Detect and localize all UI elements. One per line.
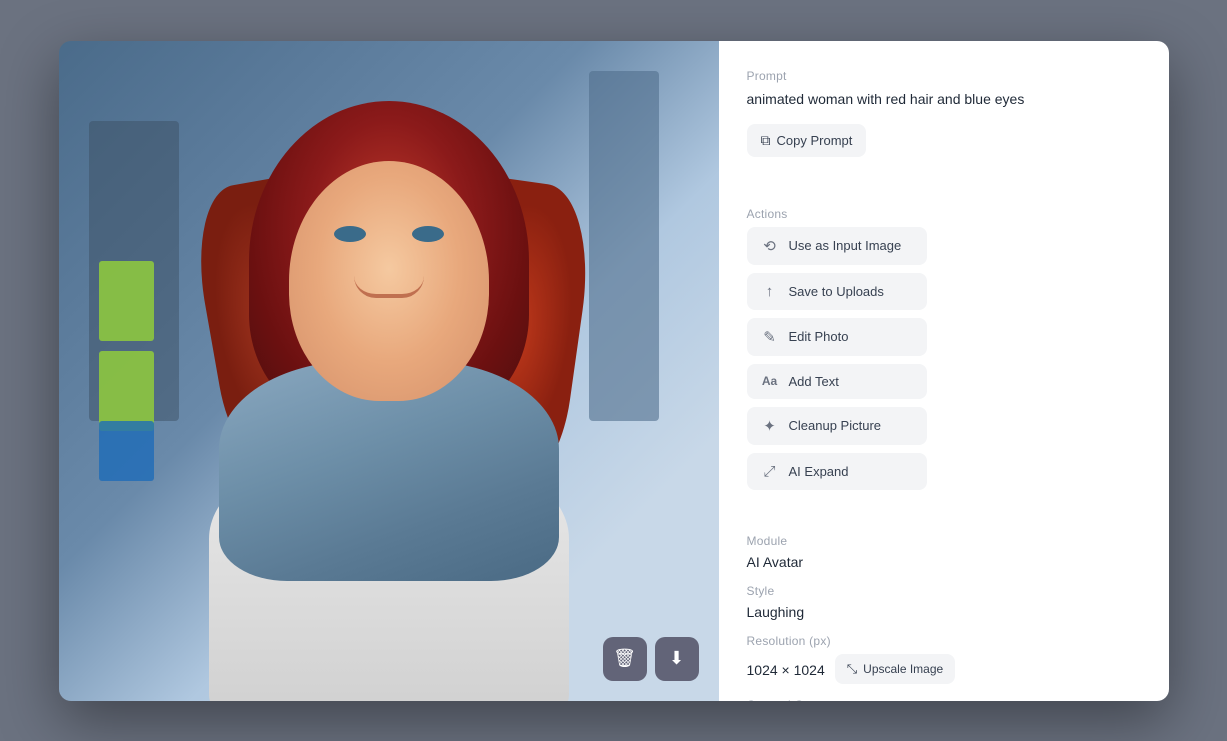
- created-section: Created On January 23, 2025: [747, 698, 1141, 701]
- edit-photo-icon: ✎: [761, 328, 779, 346]
- copy-prompt-label: Copy Prompt: [777, 133, 853, 148]
- green-accent-2: [99, 351, 154, 431]
- style-value: Laughing: [747, 604, 1141, 620]
- ai-expand-label: AI Expand: [789, 464, 849, 479]
- save-to-uploads-button[interactable]: ↑ Save to Uploads: [747, 273, 927, 310]
- ai-expand-icon: ⤢: [761, 463, 779, 480]
- resolution-section: Resolution (px) 1024 × 1024 ⤡ Upscale Im…: [747, 634, 1141, 684]
- green-accent-1: [99, 261, 154, 341]
- prompt-label: Prompt: [747, 69, 1141, 83]
- save-to-uploads-label: Save to Uploads: [789, 284, 884, 299]
- resolution-row: 1024 × 1024 ⤡ Upscale Image: [747, 654, 1141, 684]
- eye-right: [412, 226, 444, 242]
- resolution-value: 1024 × 1024: [747, 662, 825, 678]
- upscale-image-button[interactable]: ⤡ Upscale Image: [835, 654, 955, 684]
- copy-icon: ⧉: [761, 132, 771, 149]
- trash-icon: 🗑: [613, 648, 636, 669]
- add-text-icon: Aa: [761, 374, 779, 388]
- info-panel: Prompt animated woman with red hair and …: [719, 41, 1169, 701]
- delete-button[interactable]: 🗑: [603, 637, 647, 681]
- mouth: [354, 276, 424, 298]
- style-label: Style: [747, 584, 1141, 598]
- blue-accent: [99, 421, 154, 481]
- copy-prompt-button[interactable]: ⧉ Copy Prompt: [747, 124, 867, 157]
- edit-photo-button[interactable]: ✎ Edit Photo: [747, 318, 927, 356]
- cleanup-picture-button[interactable]: ✦ Cleanup Picture: [747, 407, 927, 445]
- style-section: Style Laughing: [747, 584, 1141, 620]
- module-value: AI Avatar: [747, 554, 1141, 570]
- actions-label: Actions: [747, 207, 1141, 221]
- download-icon: ⬇: [669, 648, 684, 669]
- cleanup-picture-icon: ✦: [761, 417, 779, 435]
- upscale-icon: ⤡: [847, 661, 857, 677]
- add-text-button[interactable]: Aa Add Text: [747, 364, 927, 399]
- building-right: [589, 71, 659, 421]
- resolution-label: Resolution (px): [747, 634, 1141, 648]
- add-text-label: Add Text: [789, 374, 839, 389]
- created-label: Created On: [747, 698, 1141, 701]
- module-section: Module AI Avatar: [747, 534, 1141, 570]
- ai-expand-button[interactable]: ⤢ AI Expand: [747, 453, 927, 490]
- save-to-uploads-icon: ↑: [761, 283, 779, 300]
- image-action-buttons: 🗑 ⬇: [603, 637, 699, 681]
- use-as-input-label: Use as Input Image: [789, 238, 902, 253]
- use-as-input-icon: ⟲: [761, 237, 779, 255]
- person-figure: [179, 81, 599, 701]
- use-as-input-button[interactable]: ⟲ Use as Input Image: [747, 227, 927, 265]
- module-label: Module: [747, 534, 1141, 548]
- prompt-section: Prompt animated woman with red hair and …: [747, 69, 1141, 157]
- actions-section: Actions ⟲ Use as Input Image ↑ Save to U…: [747, 207, 1141, 498]
- image-panel: 🗑 ⬇: [59, 41, 719, 701]
- prompt-text: animated woman with red hair and blue ey…: [747, 89, 1141, 110]
- download-button[interactable]: ⬇: [655, 637, 699, 681]
- eye-left: [334, 226, 366, 242]
- cleanup-picture-label: Cleanup Picture: [789, 418, 882, 433]
- edit-photo-label: Edit Photo: [789, 329, 849, 344]
- upscale-label: Upscale Image: [863, 662, 943, 676]
